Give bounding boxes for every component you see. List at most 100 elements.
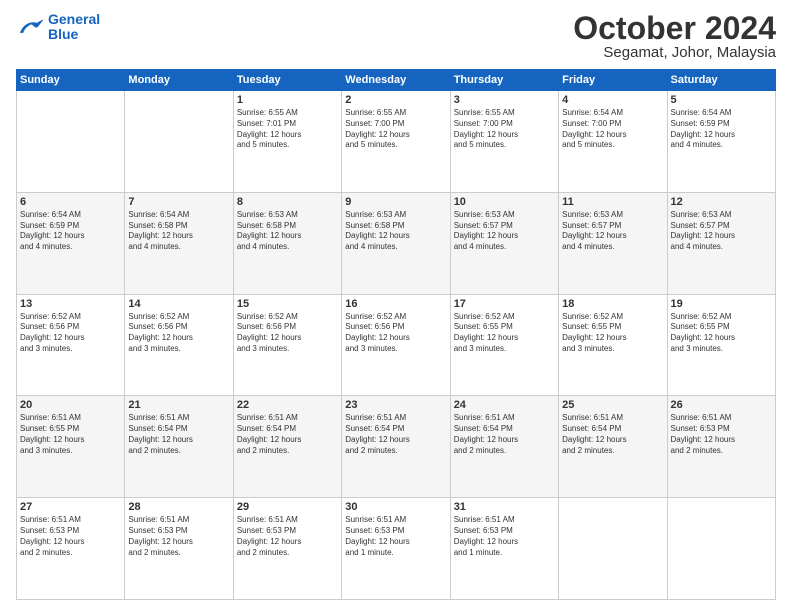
calendar-cell: 21 Sunrise: 6:51 AM Sunset: 6:54 PM Dayli… [125, 396, 233, 498]
day-info: Sunrise: 6:51 AM Sunset: 6:53 PM Dayligh… [20, 515, 121, 558]
day-info: Sunrise: 6:51 AM Sunset: 6:53 PM Dayligh… [237, 515, 338, 558]
day-info: Sunrise: 6:51 AM Sunset: 6:54 PM Dayligh… [128, 413, 229, 456]
day-number: 26 [671, 399, 772, 411]
day-number: 21 [128, 399, 229, 411]
calendar-cell: 6 Sunrise: 6:54 AM Sunset: 6:59 PM Daylig… [17, 192, 125, 294]
day-number: 18 [562, 298, 663, 310]
day-info: Sunrise: 6:54 AM Sunset: 6:59 PM Dayligh… [671, 108, 772, 151]
day-number: 8 [237, 196, 338, 208]
calendar-week-1: 1 Sunrise: 6:55 AM Sunset: 7:01 PM Daylig… [17, 91, 776, 193]
day-info: Sunrise: 6:53 AM Sunset: 6:58 PM Dayligh… [345, 210, 446, 253]
calendar-cell: 2 Sunrise: 6:55 AM Sunset: 7:00 PM Daylig… [342, 91, 450, 193]
day-number: 22 [237, 399, 338, 411]
day-number: 25 [562, 399, 663, 411]
day-number: 19 [671, 298, 772, 310]
day-info: Sunrise: 6:51 AM Sunset: 6:53 PM Dayligh… [128, 515, 229, 558]
day-number: 2 [345, 94, 446, 106]
day-info: Sunrise: 6:51 AM Sunset: 6:53 PM Dayligh… [454, 515, 555, 558]
day-number: 14 [128, 298, 229, 310]
day-number: 27 [20, 501, 121, 513]
col-thursday: Thursday [450, 70, 558, 91]
day-number: 10 [454, 196, 555, 208]
calendar-table: Sunday Monday Tuesday Wednesday Thursday… [16, 69, 776, 600]
day-info: Sunrise: 6:55 AM Sunset: 7:01 PM Dayligh… [237, 108, 338, 151]
logo-icon [16, 16, 44, 38]
day-info: Sunrise: 6:52 AM Sunset: 6:56 PM Dayligh… [128, 312, 229, 355]
calendar-header-row: Sunday Monday Tuesday Wednesday Thursday… [17, 70, 776, 91]
day-info: Sunrise: 6:52 AM Sunset: 6:55 PM Dayligh… [454, 312, 555, 355]
month-title: October 2024 [573, 12, 776, 44]
calendar-cell: 12 Sunrise: 6:53 AM Sunset: 6:57 PM Dayli… [667, 192, 775, 294]
col-saturday: Saturday [667, 70, 775, 91]
day-number: 28 [128, 501, 229, 513]
day-number: 12 [671, 196, 772, 208]
col-tuesday: Tuesday [233, 70, 341, 91]
day-number: 6 [20, 196, 121, 208]
calendar-cell: 8 Sunrise: 6:53 AM Sunset: 6:58 PM Daylig… [233, 192, 341, 294]
day-info: Sunrise: 6:51 AM Sunset: 6:53 PM Dayligh… [345, 515, 446, 558]
day-info: Sunrise: 6:54 AM Sunset: 7:00 PM Dayligh… [562, 108, 663, 151]
calendar-cell [667, 498, 775, 600]
day-number: 31 [454, 501, 555, 513]
calendar-cell: 25 Sunrise: 6:51 AM Sunset: 6:54 PM Dayli… [559, 396, 667, 498]
calendar-cell: 17 Sunrise: 6:52 AM Sunset: 6:55 PM Dayli… [450, 294, 558, 396]
day-number: 20 [20, 399, 121, 411]
calendar-cell [559, 498, 667, 600]
calendar-week-3: 13Sunrise: 6:52 AM Sunset: 6:56 PM Dayli… [17, 294, 776, 396]
calendar-cell: 26 Sunrise: 6:51 AM Sunset: 6:53 PM Dayli… [667, 396, 775, 498]
day-number: 11 [562, 196, 663, 208]
calendar-week-4: 20Sunrise: 6:51 AM Sunset: 6:55 PM Dayli… [17, 396, 776, 498]
calendar-cell: 5Sunrise: 6:54 AM Sunset: 6:59 PM Daylig… [667, 91, 775, 193]
calendar-cell: 23 Sunrise: 6:51 AM Sunset: 6:54 PM Dayli… [342, 396, 450, 498]
calendar-cell [125, 91, 233, 193]
day-number: 9 [345, 196, 446, 208]
calendar-cell: 3Sunrise: 6:55 AM Sunset: 7:00 PM Daylig… [450, 91, 558, 193]
calendar-cell: 22 Sunrise: 6:51 AM Sunset: 6:54 PM Dayli… [233, 396, 341, 498]
day-number: 7 [128, 196, 229, 208]
logo-line2: Blue [48, 26, 78, 42]
day-number: 17 [454, 298, 555, 310]
col-friday: Friday [559, 70, 667, 91]
calendar-cell: 1 Sunrise: 6:55 AM Sunset: 7:01 PM Daylig… [233, 91, 341, 193]
day-number: 29 [237, 501, 338, 513]
day-info: Sunrise: 6:55 AM Sunset: 7:00 PM Dayligh… [454, 108, 555, 151]
calendar-cell: 4 Sunrise: 6:54 AM Sunset: 7:00 PM Daylig… [559, 91, 667, 193]
calendar-cell: 28 Sunrise: 6:51 AM Sunset: 6:53 PM Dayli… [125, 498, 233, 600]
day-info: Sunrise: 6:51 AM Sunset: 6:53 PM Dayligh… [671, 413, 772, 456]
logo: General Blue [16, 12, 100, 43]
day-number: 16 [345, 298, 446, 310]
calendar-cell: 19Sunrise: 6:52 AM Sunset: 6:55 PM Dayli… [667, 294, 775, 396]
day-info: Sunrise: 6:52 AM Sunset: 6:56 PM Dayligh… [20, 312, 121, 355]
day-info: Sunrise: 6:52 AM Sunset: 6:56 PM Dayligh… [237, 312, 338, 355]
day-number: 15 [237, 298, 338, 310]
day-info: Sunrise: 6:53 AM Sunset: 6:57 PM Dayligh… [671, 210, 772, 253]
calendar-cell: 20Sunrise: 6:51 AM Sunset: 6:55 PM Dayli… [17, 396, 125, 498]
day-info: Sunrise: 6:55 AM Sunset: 7:00 PM Dayligh… [345, 108, 446, 151]
calendar-cell: 24Sunrise: 6:51 AM Sunset: 6:54 PM Dayli… [450, 396, 558, 498]
day-number: 24 [454, 399, 555, 411]
day-info: Sunrise: 6:54 AM Sunset: 6:58 PM Dayligh… [128, 210, 229, 253]
calendar-cell: 11 Sunrise: 6:53 AM Sunset: 6:57 PM Dayli… [559, 192, 667, 294]
page: General Blue October 2024 Segamat, Johor… [0, 0, 792, 612]
calendar-cell: 31 Sunrise: 6:51 AM Sunset: 6:53 PM Dayli… [450, 498, 558, 600]
day-info: Sunrise: 6:51 AM Sunset: 6:54 PM Dayligh… [237, 413, 338, 456]
calendar-cell: 10Sunrise: 6:53 AM Sunset: 6:57 PM Dayli… [450, 192, 558, 294]
day-info: Sunrise: 6:53 AM Sunset: 6:58 PM Dayligh… [237, 210, 338, 253]
day-info: Sunrise: 6:54 AM Sunset: 6:59 PM Dayligh… [20, 210, 121, 253]
calendar-week-5: 27 Sunrise: 6:51 AM Sunset: 6:53 PM Dayli… [17, 498, 776, 600]
subtitle: Segamat, Johor, Malaysia [573, 44, 776, 61]
calendar-cell: 13Sunrise: 6:52 AM Sunset: 6:56 PM Dayli… [17, 294, 125, 396]
day-number: 4 [562, 94, 663, 106]
header: General Blue October 2024 Segamat, Johor… [16, 12, 776, 61]
logo-line1: General [48, 11, 100, 27]
title-block: October 2024 Segamat, Johor, Malaysia [573, 12, 776, 61]
col-sunday: Sunday [17, 70, 125, 91]
logo-text: General Blue [48, 12, 100, 43]
day-number: 1 [237, 94, 338, 106]
calendar-cell: 14 Sunrise: 6:52 AM Sunset: 6:56 PM Dayli… [125, 294, 233, 396]
day-number: 23 [345, 399, 446, 411]
day-info: Sunrise: 6:51 AM Sunset: 6:54 PM Dayligh… [562, 413, 663, 456]
day-number: 30 [345, 501, 446, 513]
day-info: Sunrise: 6:51 AM Sunset: 6:54 PM Dayligh… [345, 413, 446, 456]
day-info: Sunrise: 6:53 AM Sunset: 6:57 PM Dayligh… [562, 210, 663, 253]
